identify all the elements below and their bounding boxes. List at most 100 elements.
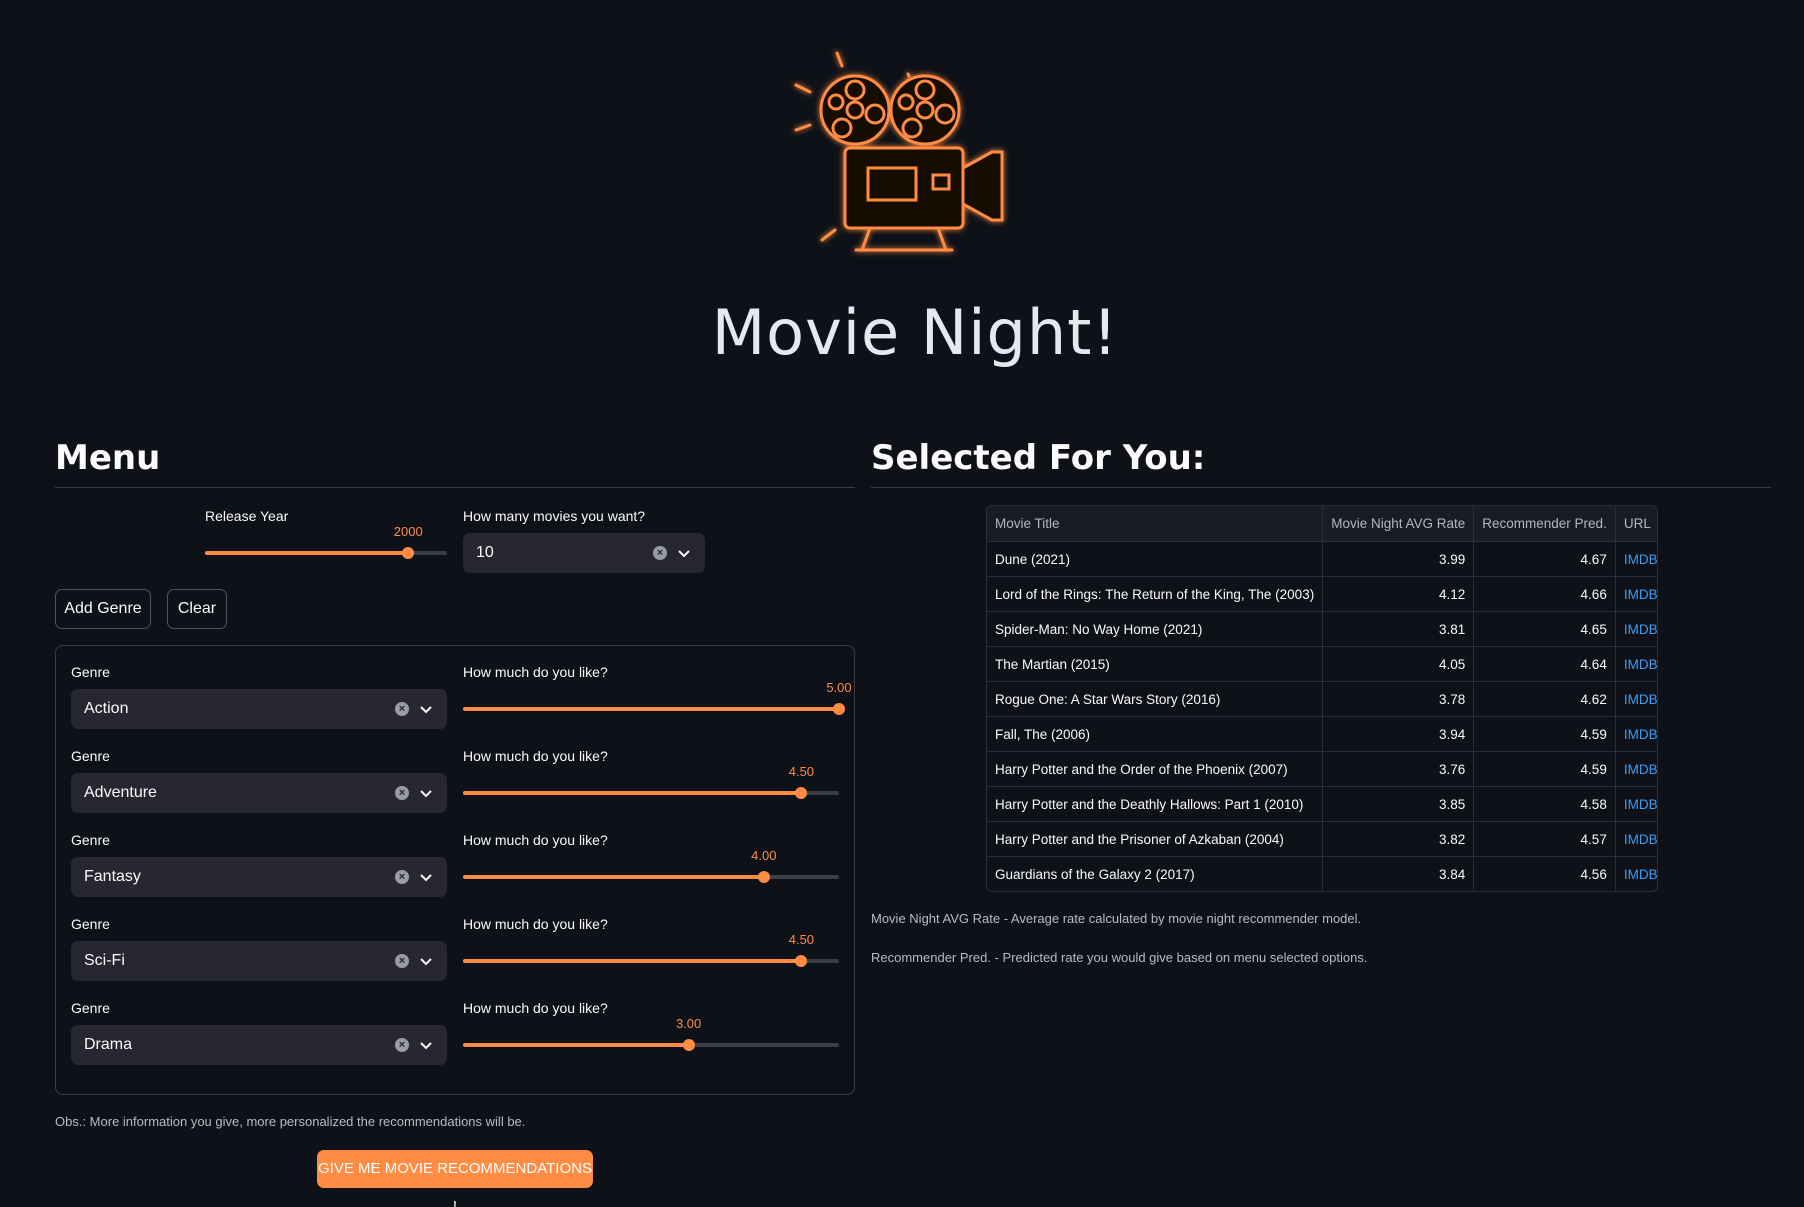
imdb-link[interactable]: IMDB Link (1615, 576, 1657, 612)
movie-count-label: How many movies you want? (463, 508, 646, 524)
genre-label: Genre (71, 1000, 110, 1016)
table-row: Dune (2021)3.994.67IMDB Link (987, 541, 1657, 577)
pred-cell: 4.58 (1473, 786, 1616, 822)
imdb-link[interactable]: IMDB Link (1615, 786, 1657, 822)
table-row: The Martian (2015)4.054.64IMDB Link (987, 646, 1657, 682)
slider-fill (463, 875, 764, 879)
table-row: Harry Potter and the Deathly Hallows: Pa… (987, 786, 1657, 822)
chevron-down-icon[interactable] (418, 701, 434, 717)
like-label: How much do you like? (463, 1000, 608, 1016)
clear-button[interactable]: Clear (167, 589, 227, 629)
column-header-pred[interactable]: Recommender Pred. (1473, 506, 1616, 542)
chevron-down-icon[interactable] (418, 1037, 434, 1053)
column-header-title[interactable]: Movie Title (987, 506, 1324, 542)
clear-icon[interactable]: × (653, 546, 667, 560)
movie-title-cell: Harry Potter and the Order of the Phoeni… (987, 751, 1324, 787)
table-row: Guardians of the Galaxy 2 (2017) 3.84 4.56… (987, 856, 1657, 892)
avg-rate-note: Movie Night AVG Rate - Average rate calc… (871, 911, 1362, 926)
results-title: Selected For You: (871, 438, 1206, 478)
table-row: Rogue One: A Star Wars Story (2016) 3.78 4… (987, 681, 1657, 717)
like-value: 5.00 (826, 680, 852, 695)
slider-handle[interactable] (402, 547, 415, 559)
genre-select-action[interactable]: Action × (71, 689, 447, 729)
imdb-link[interactable]: IMDB Link (1615, 821, 1657, 857)
clear-icon[interactable]: × (395, 870, 409, 884)
clear-icon[interactable]: × (395, 786, 409, 800)
pred-cell: 4.59 (1473, 751, 1616, 787)
slider-handle[interactable] (833, 703, 845, 715)
genre-select-adventure[interactable]: Adventure × (71, 773, 447, 813)
genre-value: Adventure (84, 784, 157, 801)
genre-label: Genre (71, 916, 110, 932)
movie-title-cell: Spider-Man: No Way Home (2021) (987, 611, 1324, 647)
avg-rate-cell: 3.78 (1322, 681, 1475, 717)
avg-rate-cell: 3.85 (1322, 786, 1475, 822)
clear-icon[interactable]: × (395, 1038, 409, 1052)
app-title: Movie Night! (711, 296, 1119, 369)
clear-icon[interactable]: × (395, 954, 409, 968)
slider-fill (463, 791, 802, 795)
pred-cell: 4.62 (1473, 681, 1616, 717)
get-recommendations-button[interactable]: GIVE ME MOVIE RECOMMENDATIONS ! (317, 1150, 593, 1207)
imdb-link[interactable]: IMDB Link (1615, 611, 1657, 647)
pred-cell: 4.66 (1473, 576, 1616, 612)
column-header-url[interactable]: URL (1615, 506, 1657, 542)
clear-icon[interactable]: × (395, 702, 409, 716)
slider-fill (463, 959, 802, 963)
like-value: 4.00 (751, 848, 777, 863)
movie-title-cell: Rogue One: A Star Wars Story (2016) (987, 681, 1324, 717)
genre-select-sci-fi[interactable]: Sci-Fi × (71, 941, 447, 981)
table-row: Fall, The (2006)3.944.59IMDB Link (987, 716, 1657, 752)
imdb-link[interactable]: IMDB Link (1615, 857, 1657, 892)
avg-rate-cell: 3.99 (1322, 541, 1475, 577)
genre-value: Sci-Fi (84, 952, 125, 969)
pred-cell: 4.64 (1473, 646, 1616, 682)
genre-select-fantasy[interactable]: Fantasy × (71, 857, 447, 897)
genre-label: Genre (71, 832, 110, 848)
chevron-down-icon[interactable] (418, 869, 434, 885)
imdb-link[interactable]: IMDB Link (1615, 541, 1657, 577)
table-header-row: Movie Title Movie Night AVG Rate Recomme… (987, 506, 1657, 542)
avg-rate-cell: 3.81 (1322, 611, 1475, 647)
pred-cell: 4.57 (1473, 821, 1616, 857)
movie-count-value: 10 (476, 544, 494, 561)
like-slider-adventure[interactable]: 4.50 (463, 764, 839, 799)
release-year-label: Release Year (205, 508, 289, 524)
imdb-link[interactable]: IMDB Link (1615, 646, 1657, 682)
like-slider-action[interactable]: 5.00 (463, 680, 852, 715)
movie-count-select[interactable]: 10 × (463, 533, 705, 573)
like-value: 4.50 (788, 764, 815, 779)
movie-title-cell: Lord of the Rings: The Return of the Kin… (987, 576, 1324, 612)
chevron-down-icon[interactable] (418, 953, 434, 969)
like-label: How much do you like? (463, 664, 608, 680)
release-year-slider[interactable]: 2000 (205, 524, 447, 559)
like-slider-sci-fi[interactable]: 4.50 (463, 932, 839, 967)
pred-cell: 4.67 (1473, 541, 1616, 577)
movie-title-cell: Harry Potter and the Deathly Hallows: Pa… (987, 786, 1324, 822)
add-genre-button[interactable]: Add Genre (55, 589, 151, 629)
table-row: Harry Potter and the Order of the Phoeni… (987, 751, 1657, 787)
imdb-link[interactable]: IMDB Link (1615, 681, 1657, 717)
slider-handle[interactable] (757, 871, 770, 883)
pred-cell: 4.59 (1473, 716, 1616, 752)
table-row: Lord of the Rings: The Return of the Kin… (987, 576, 1657, 612)
imdb-link[interactable]: IMDB Link (1615, 751, 1657, 787)
obs-note: Obs.: More information you give, more pe… (55, 1114, 526, 1129)
release-year-value: 2000 (393, 524, 423, 539)
avg-rate-cell: 3.82 (1322, 821, 1475, 857)
column-header-avg-rate[interactable]: Movie Night AVG Rate (1322, 506, 1475, 542)
chevron-down-icon[interactable] (418, 785, 434, 801)
slider-handle[interactable] (682, 1039, 695, 1051)
slider-fill (205, 551, 409, 555)
genre-select-drama[interactable]: Drama × (71, 1025, 447, 1065)
pred-note: Recommender Pred. - Predicted rate you w… (871, 950, 1368, 965)
like-label: How much do you like? (463, 748, 608, 764)
like-slider-fantasy[interactable]: 4.00 (463, 848, 839, 883)
movie-title-cell: Dune (2021) (987, 541, 1324, 577)
slider-fill (463, 707, 839, 711)
chevron-down-icon[interactable] (676, 545, 692, 561)
imdb-link[interactable]: IMDB Link (1615, 716, 1657, 752)
pred-cell: 4.56 (1473, 856, 1616, 891)
like-slider-drama[interactable]: 3.00 (463, 1016, 839, 1051)
genre-value: Drama (84, 1036, 133, 1053)
